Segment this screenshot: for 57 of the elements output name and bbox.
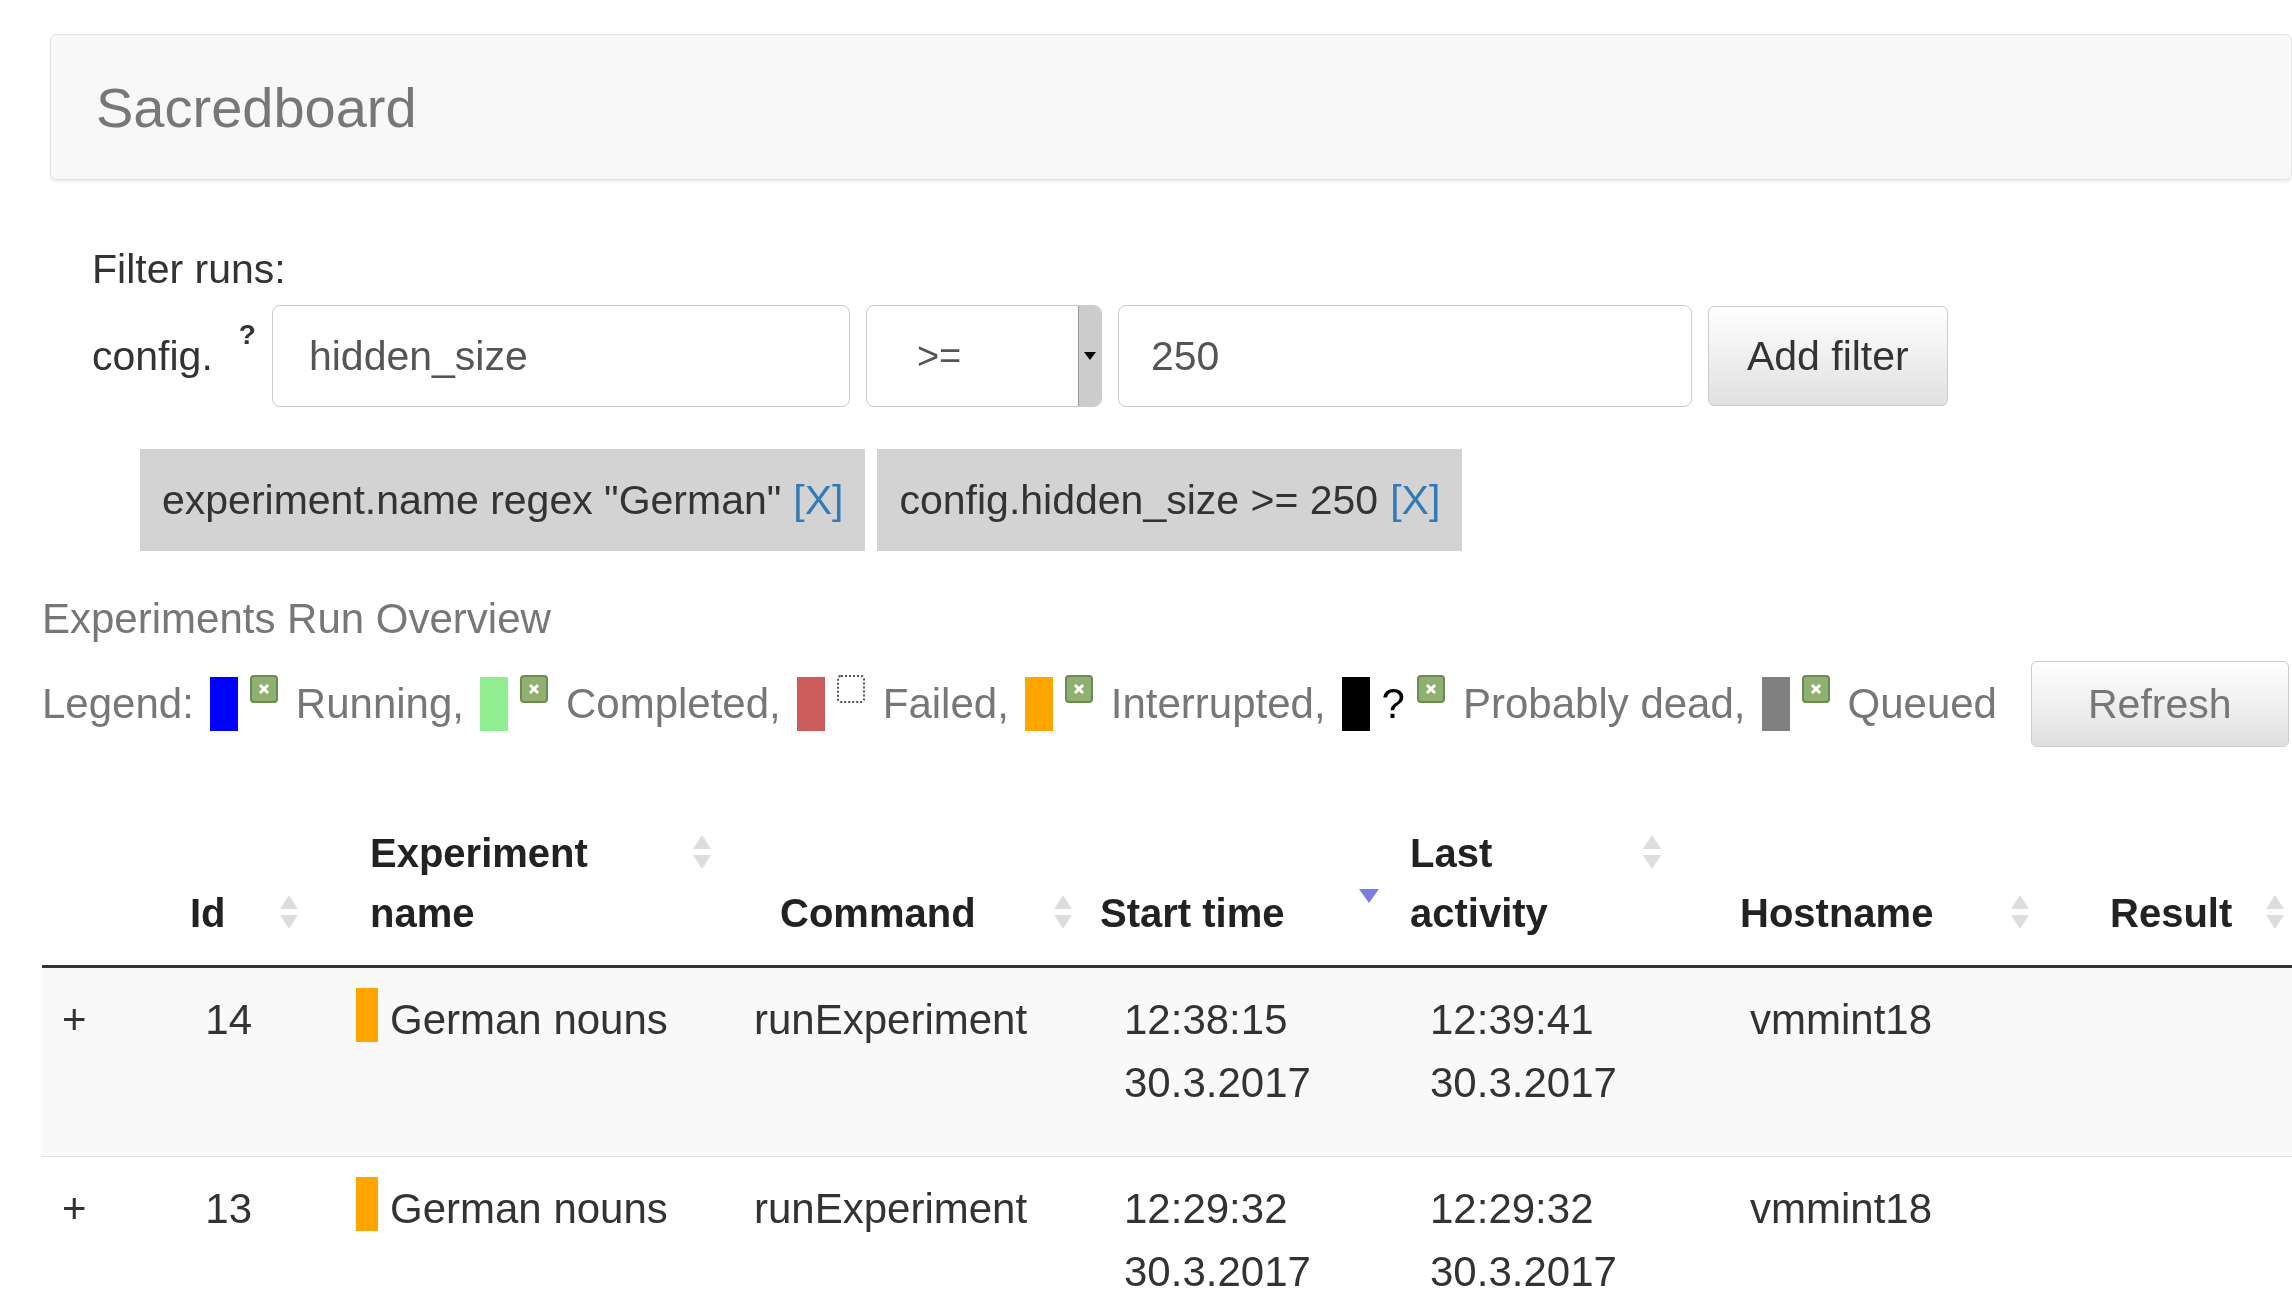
column-header[interactable]: Result (2110, 883, 2233, 943)
legend-text: Running, (295, 680, 464, 728)
table-cell-text: runExperiment (753, 996, 1028, 1043)
legend-checkbox[interactable] (836, 675, 865, 703)
legend-text: Interrupted, (1110, 680, 1326, 728)
table-cell: 12:29:32 (1430, 1185, 1594, 1232)
legend-text: Queued (1847, 680, 1997, 728)
table-cell: 30.3.2017 (1430, 1248, 1617, 1295)
table-cell-text: runExperiment (753, 1185, 1028, 1232)
column-header[interactable]: Start time (1100, 883, 1285, 943)
legend-text: Failed, (882, 680, 1009, 728)
add-filter-button[interactable]: Add filter (1707, 306, 1948, 406)
column-header[interactable]: Last activity (1410, 823, 1625, 943)
x-icon (1808, 682, 1823, 696)
filter-heading: Filter runs: (92, 246, 287, 293)
unknown-mark: ? (1381, 680, 1405, 728)
x-icon (526, 682, 541, 696)
operator-select[interactable]: >= (865, 305, 1102, 407)
help-mark[interactable]: ? (238, 319, 256, 351)
legend-text: Probably dead, (1462, 680, 1746, 728)
x-icon (1423, 682, 1438, 696)
x-icon (1071, 682, 1086, 696)
table-cell: 30.3.2017 (1430, 1059, 1617, 1106)
column-header[interactable]: Hostname (1740, 883, 1934, 943)
legend-label: Legend: (42, 680, 194, 728)
table-cell: 12:29:32 (1124, 1185, 1288, 1232)
table-cell: 12:38:15 (1124, 996, 1288, 1043)
table-cell: 12:39:41 (1430, 996, 1594, 1043)
table-cell: 13 (205, 1185, 252, 1232)
expand-toggle[interactable]: + (42, 996, 87, 1043)
section-title: Experiments Run Overview (42, 595, 552, 643)
column-header[interactable]: Command (780, 883, 976, 943)
table-cell-text: German nouns (390, 1184, 668, 1234)
table-cell-text: vmmint18 (1749, 1185, 1933, 1232)
legend-checkbox[interactable] (1064, 675, 1093, 703)
sort-descending-icon[interactable] (1356, 887, 1381, 905)
legend-checkbox[interactable] (1801, 675, 1830, 703)
legend-checkbox[interactable] (249, 675, 278, 703)
x-icon (256, 682, 271, 696)
table-cell: 30.3.2017 (1124, 1059, 1311, 1106)
table-cell-text: German nouns (390, 995, 668, 1045)
table-cell: 14 (205, 996, 252, 1043)
value-input-field[interactable]: 250 (1117, 305, 1692, 407)
filter-text: config.hidden_size >= 250 (899, 476, 1379, 524)
legend-text: Completed, (565, 680, 781, 728)
refresh-button[interactable]: Refresh (2031, 661, 2289, 747)
table-cell-text: vmmint18 (1749, 996, 1933, 1043)
filter-text: experiment.name regex "German" (162, 476, 782, 524)
legend-checkbox[interactable] (1416, 675, 1445, 703)
table-cell: 30.3.2017 (1124, 1248, 1311, 1295)
caret-icon (1083, 352, 1096, 360)
expand-toggle[interactable]: + (42, 1185, 87, 1232)
column-header[interactable]: Id (190, 883, 226, 943)
legend-checkbox[interactable] (519, 675, 548, 703)
config-label: config. (92, 332, 213, 380)
app-title[interactable]: Sacredboard (96, 74, 417, 140)
key-input-field[interactable]: hidden_size (271, 305, 850, 407)
